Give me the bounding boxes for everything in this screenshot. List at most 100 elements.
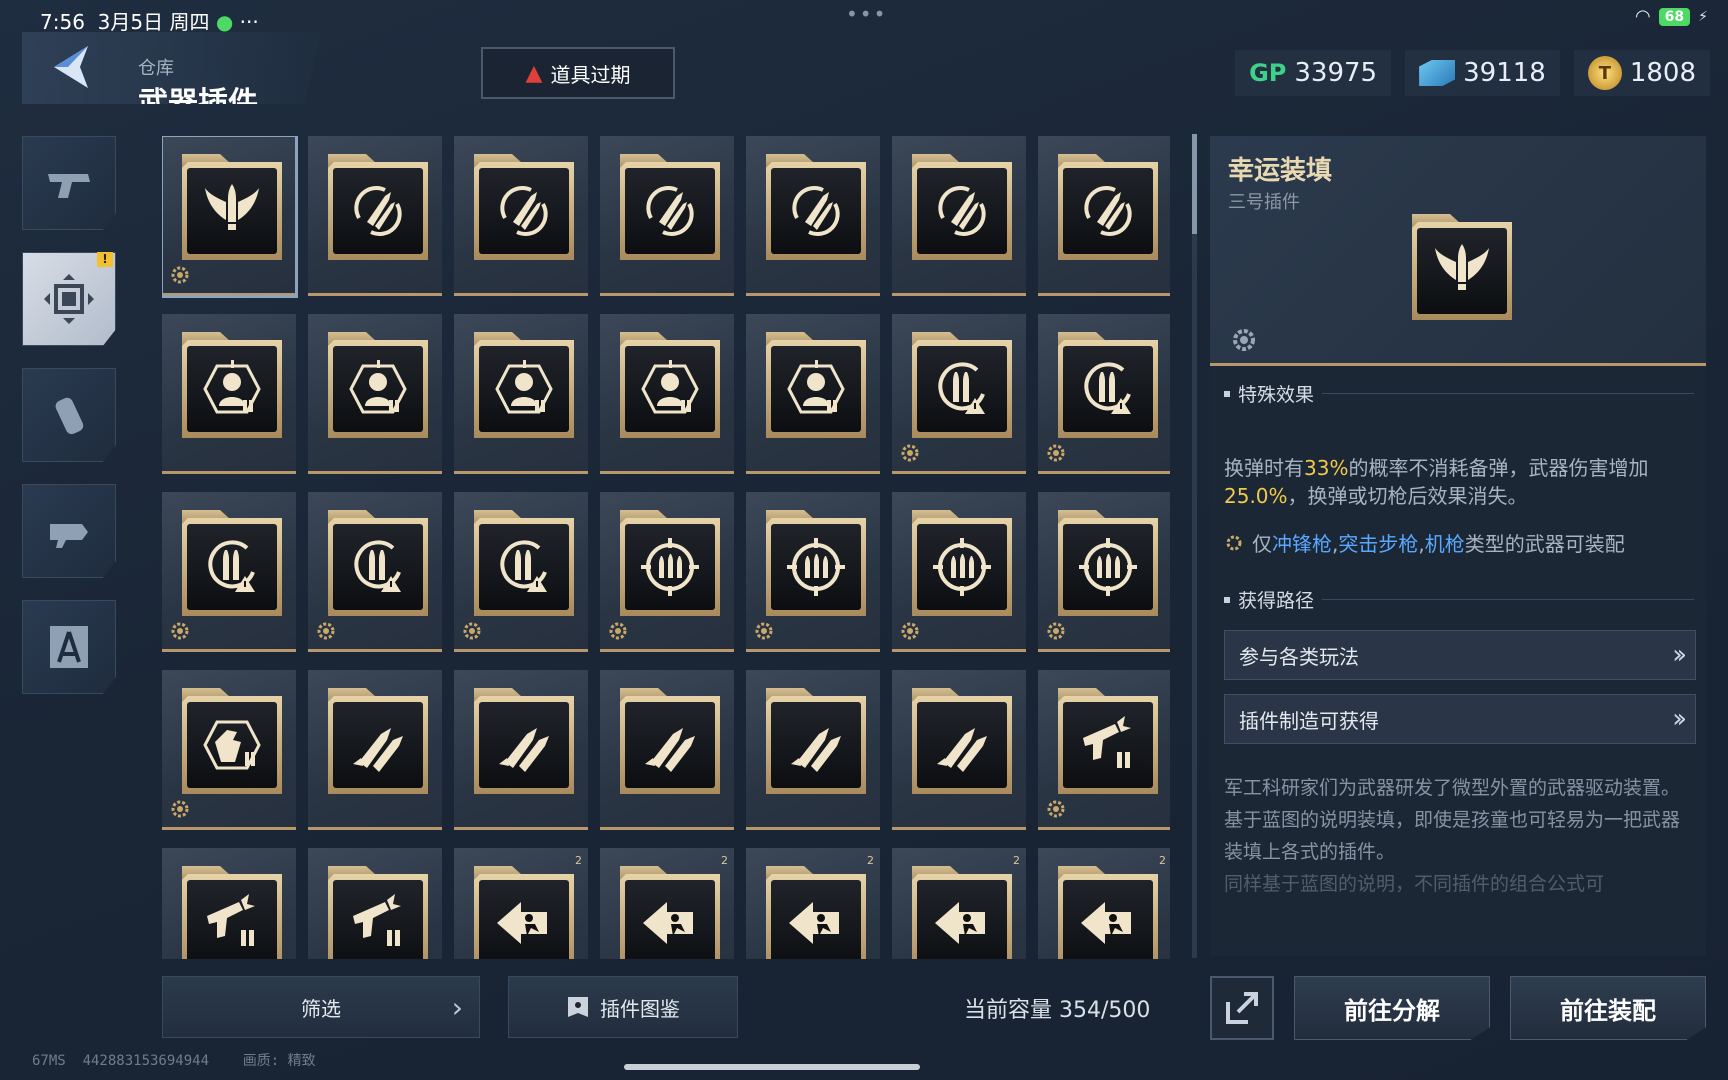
breadcrumb: 仓库 [138,58,174,79]
plugin-slot[interactable] [892,314,1026,474]
gear-badge-icon [317,622,335,640]
plugin-card [912,154,1012,260]
sidebar-item-blueprint[interactable] [22,600,116,694]
plugin-slot[interactable] [892,670,1026,830]
plugin-slot[interactable]: 2 [454,848,588,959]
reload-warn-icon [354,540,401,592]
gear-badge-icon [171,800,189,818]
rocket-cycle-icon [354,186,402,236]
plugin-slot[interactable] [746,670,880,830]
back-arrow-icon [48,42,94,102]
crosshair-bullets-icon [787,538,845,596]
plugin-slot[interactable] [162,670,296,830]
plugin-slot[interactable] [162,848,296,959]
coin-icon: T [1587,56,1622,90]
plugin-slot[interactable] [600,670,734,830]
plugin-slot[interactable] [308,848,442,959]
sidebar-item-pistol[interactable] [22,136,116,230]
plugin-slot[interactable]: 2 [892,848,1026,959]
plugin-slot[interactable] [892,492,1026,652]
plugin-slot[interactable] [162,136,298,298]
plugin-slot[interactable] [746,136,880,296]
sidebar-item-drone[interactable] [22,484,116,578]
sidebar-item-grenade[interactable] [22,368,116,462]
expired-items-label: 道具过期 [550,62,631,87]
plugin-card [620,154,720,260]
plugin-card [1058,510,1158,616]
currency-cube[interactable]: 39118 [1405,50,1560,96]
plugin-slot[interactable] [162,314,296,474]
decompose-button[interactable]: 前往分解 [1294,976,1490,1040]
twin-rockets-icon [937,728,987,772]
currency-gp[interactable]: GP 33975 [1235,50,1392,96]
scrollbar-thumb[interactable] [1192,134,1197,234]
plugin-slot[interactable] [308,136,442,296]
plugin-card [1058,332,1158,438]
reload-warn-icon [938,362,985,414]
expired-items-button[interactable]: ▲ 道具过期 [481,47,675,99]
gear-badge-icon [1047,800,1065,818]
currency-coin[interactable]: T 1808 [1573,50,1710,96]
plugin-slot[interactable] [162,492,296,652]
plugin-card [328,154,428,260]
effect-section-title: 特殊效果 [1224,380,1694,407]
plugin-slot[interactable] [1038,314,1170,474]
grid-scrollbar[interactable] [1192,134,1197,958]
plugin-atlas-button[interactable]: 插件图鉴 [508,976,738,1038]
route-crafting[interactable]: 插件制造可获得 ›› [1224,694,1696,744]
filter-button[interactable]: 筛选 › [162,976,480,1038]
plugin-slot[interactable] [600,314,734,474]
twin-rockets-icon [499,728,549,772]
pistol-icon [48,174,90,198]
plugin-slot[interactable] [746,314,880,474]
compass-icon [50,626,88,668]
runner-arrow-icon [643,902,693,944]
plugin-card [766,866,866,959]
plugin-slot[interactable] [746,492,880,652]
footer-info: 67MS 442883153694944 画质: 精致 [32,1053,316,1069]
plugin-card [474,688,574,794]
plugin-card [182,154,282,260]
plugin-slot[interactable] [1038,670,1170,830]
plugin-slot[interactable] [308,670,442,830]
home-indicator[interactable] [624,1064,920,1070]
plugin-slot[interactable] [454,314,588,474]
share-button[interactable] [1210,976,1274,1040]
route-gameplay[interactable]: 参与各类玩法 ›› [1224,630,1696,680]
crosshair-bullets-icon [641,538,699,596]
plugin-card [912,332,1012,438]
plugin-slot[interactable] [600,136,734,296]
equip-button[interactable]: 前往装配 [1510,976,1706,1040]
share-icon [1226,992,1258,1024]
atlas-icon [568,997,588,1017]
plugin-slot: 三号插件 [1228,192,1300,213]
plugin-card [474,332,574,438]
plugin-slot[interactable] [600,492,734,652]
plugin-slot[interactable]: 2 [600,848,734,959]
plugin-card [474,510,574,616]
plugin-card [328,332,428,438]
plugin-slot[interactable] [1038,492,1170,652]
target-head-icon [641,360,699,414]
plugin-slot[interactable] [454,136,588,296]
plugin-slot[interactable]: 2 [746,848,880,959]
detail-header: 幸运装填 三号插件 [1210,136,1706,366]
plugin-slot[interactable] [454,492,588,652]
plugin-slot[interactable] [1038,136,1170,296]
header: 仓库 武器插件 ▲ 道具过期 GP 33975 39118 T 1808 [0,20,1728,104]
plugin-slot[interactable] [308,492,442,652]
effect-text: 换弹时有33%的概率不消耗备弹，武器伤害增加25.0%，换弹或切枪后效果消失。 [1224,456,1649,508]
sidebar-item-plugin[interactable]: ! [22,252,116,346]
plugin-card [474,154,574,260]
plugin-card [766,332,866,438]
plugin-card [912,688,1012,794]
plugin-slot[interactable] [892,136,1026,296]
currency-bar: GP 33975 39118 T 1808 [1235,50,1710,96]
rocket-cycle-icon [792,186,840,236]
plugin-slot[interactable]: 2 [1038,848,1170,959]
gear-badge-icon [1047,444,1065,462]
plugin-slot[interactable] [308,314,442,474]
back-button[interactable]: 仓库 武器插件 [22,32,322,104]
route-section-title: 获得路径 [1224,586,1694,613]
plugin-slot[interactable] [454,670,588,830]
